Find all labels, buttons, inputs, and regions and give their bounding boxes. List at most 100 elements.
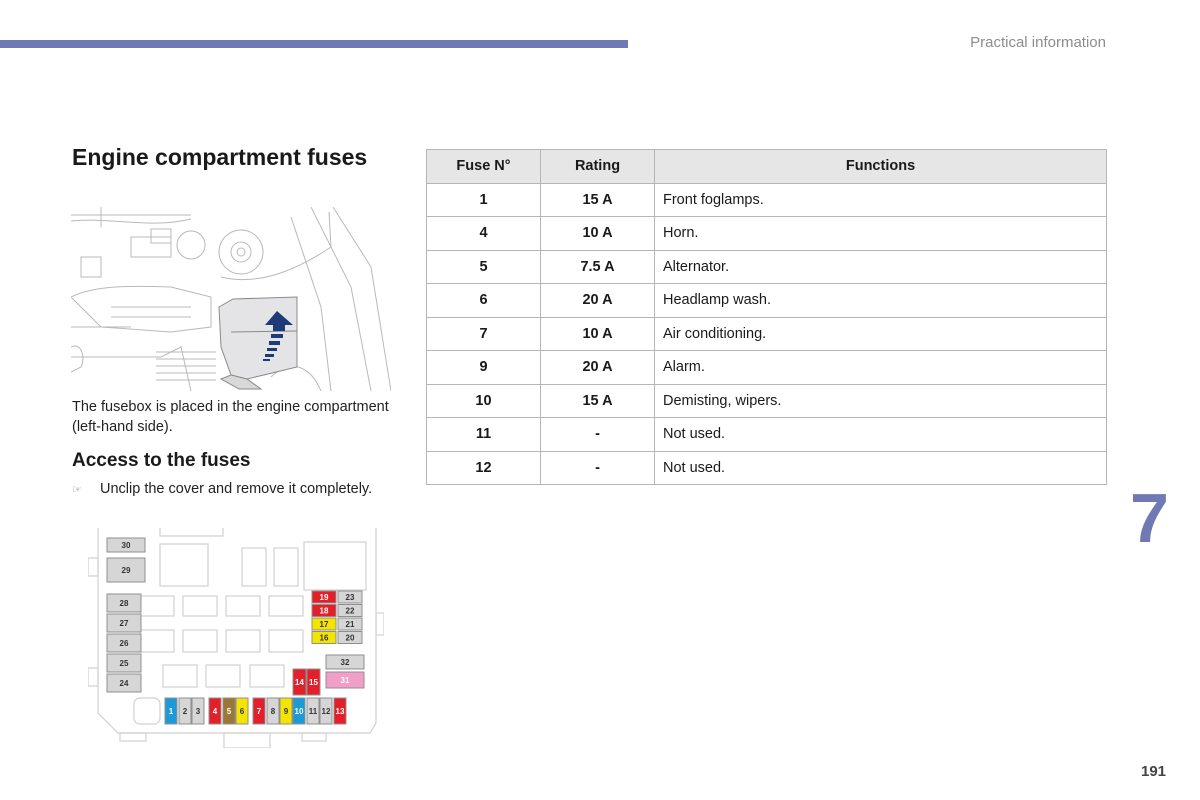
rating-cell: 15 A (540, 383, 655, 418)
fuse-number-cell: 7 (426, 316, 541, 351)
function-cell: Front foglamps. (654, 182, 1107, 217)
fuse-number-cell: 4 (426, 216, 541, 251)
fusebox-location-caption: The fusebox is placed in the engine comp… (72, 399, 389, 435)
function-cell: Demisting, wipers. (654, 383, 1107, 418)
fuse-4: 4 (208, 697, 222, 725)
fuse-label: 6 (240, 707, 245, 716)
rating-cell: 10 A (540, 216, 655, 251)
fuse-label: 28 (120, 599, 129, 608)
fuse-label: 31 (341, 676, 350, 685)
table-row: 6 20 A Headlamp wash. (426, 283, 1107, 318)
fuse-label: 17 (320, 620, 329, 629)
fuse-29: 29 (106, 557, 146, 583)
fuse-25: 25 (106, 653, 142, 673)
fuse-number-cell: 6 (426, 283, 541, 318)
fusebox-cover (218, 296, 298, 390)
function-cell: Horn. (654, 216, 1107, 251)
fuse-2: 2 (178, 697, 192, 725)
fuse-label: 20 (346, 634, 355, 643)
access-instruction: ☞ Unclip the cover and remove it complet… (72, 481, 372, 497)
fuse-14: 14 (292, 668, 307, 696)
fuse-20: 20 (337, 631, 363, 644)
table-row: 12 - Not used. (426, 450, 1107, 485)
page-number: 191 (1141, 763, 1167, 780)
fuse-box-diagram: 3029282726252419 2318 2217 2116 20323114 151 2… (88, 528, 384, 748)
fuse-number-cell: 5 (426, 249, 541, 284)
fuse-label: 12 (322, 707, 331, 716)
rating-cell: 10 A (540, 316, 655, 351)
fuse-27: 27 (106, 613, 142, 633)
table-row: 9 20 A Alarm. (426, 350, 1107, 385)
fuse-label: 26 (120, 639, 129, 648)
fuse-12: 12 (319, 697, 333, 725)
fuse-28: 28 (106, 593, 142, 613)
header-accent-bar (0, 40, 628, 48)
fuse-label: 10 (295, 707, 304, 716)
fuse-18: 18 (311, 604, 337, 617)
rating-cell: 20 A (540, 350, 655, 385)
engine-bay-illustration (71, 207, 391, 391)
rating-cell: - (540, 417, 655, 452)
fuse-3: 3 (191, 697, 205, 725)
fuse-number-cell: 12 (426, 450, 541, 485)
fuse-label: 18 (320, 607, 329, 616)
rating-cell: 20 A (540, 283, 655, 318)
access-heading: Access to the fuses (72, 450, 251, 471)
fuse-number-cell: 1 (426, 182, 541, 217)
fuse-label: 15 (309, 678, 318, 687)
table-row: 5 7.5 A Alternator. (426, 249, 1107, 284)
fuse-24: 24 (106, 673, 142, 693)
rating-cell: - (540, 450, 655, 485)
fuse-13: 13 (333, 697, 347, 725)
fuse-label: 2 (183, 707, 188, 716)
fuse-6: 6 (235, 697, 249, 725)
function-cell: Alarm. (654, 350, 1107, 385)
section-label: Practical information (970, 34, 1106, 51)
fuse-label: 4 (213, 707, 218, 716)
fuse-label: 9 (284, 707, 289, 716)
fuse-table: Fuse N° Rating Functions 1 15 A Front fo… (426, 149, 1107, 485)
table-row: 10 15 A Demisting, wipers. (426, 383, 1107, 418)
fuse-19: 19 (311, 590, 337, 604)
fuse-31: 31 (325, 671, 365, 689)
fuse-23: 23 (337, 590, 363, 604)
table-row: 1 15 A Front foglamps. (426, 182, 1107, 217)
fuse-label: 13 (336, 707, 345, 716)
fuse-label: 8 (271, 707, 276, 716)
rating-cell: 7.5 A (540, 249, 655, 284)
fuse-5: 5 (222, 697, 236, 725)
table-row: 7 10 A Air conditioning. (426, 316, 1107, 351)
fuse-26: 26 (106, 633, 142, 653)
fuse-label: 3 (196, 707, 201, 716)
fuse-label: 22 (346, 607, 355, 616)
fuse-11: 11 (306, 697, 320, 725)
function-cell: Headlamp wash. (654, 283, 1107, 318)
fuse-label: 19 (320, 593, 329, 602)
fuse-30: 30 (106, 537, 146, 553)
column-header-functions: Functions (654, 149, 1107, 184)
rating-cell: 15 A (540, 182, 655, 217)
fuse-label: 27 (120, 619, 129, 628)
fuse-16: 16 (311, 631, 337, 644)
table-header-row: Fuse N° Rating Functions (426, 149, 1107, 184)
fuse-label: 32 (341, 658, 350, 667)
table-row: 4 10 A Horn. (426, 216, 1107, 251)
fuse-label: 1 (169, 707, 174, 716)
fuse-label: 25 (120, 659, 129, 668)
page-title: Engine compartment fuses (72, 144, 368, 170)
fuse-label: 5 (227, 707, 232, 716)
fuse-21: 21 (337, 617, 363, 631)
fuse-label: 21 (346, 620, 355, 629)
function-cell: Air conditioning. (654, 316, 1107, 351)
fuse-9: 9 (279, 697, 293, 725)
fuse-label: 7 (257, 707, 262, 716)
fuse-22: 22 (337, 604, 363, 617)
fuse-32: 32 (325, 654, 365, 670)
fuse-label: 14 (295, 678, 304, 687)
fuse-number-cell: 10 (426, 383, 541, 418)
fuse-17: 17 (311, 617, 337, 631)
fuse-number-cell: 11 (426, 417, 541, 452)
chapter-number: 7 (1130, 479, 1169, 557)
fuse-8: 8 (266, 697, 280, 725)
fuse-label: 16 (320, 634, 329, 643)
